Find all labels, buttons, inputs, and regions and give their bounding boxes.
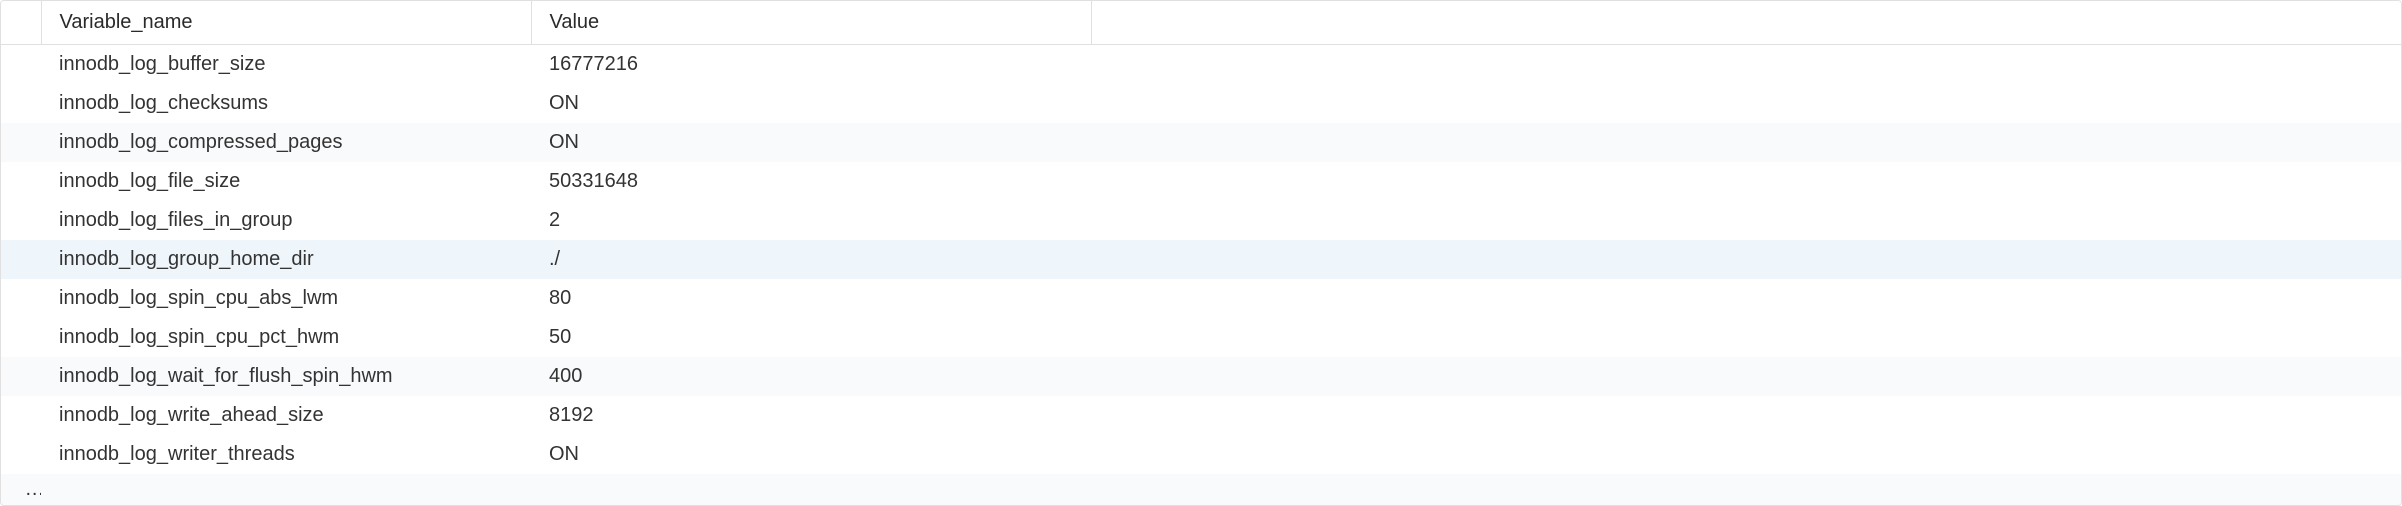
cell-variable-name: innodb_log_file_size: [41, 162, 531, 201]
cell-empty: [1091, 318, 2401, 357]
row-gutter: [1, 123, 41, 162]
cell-variable-name: innodb_log_spin_cpu_abs_lwm: [41, 279, 531, 318]
cell-value: ON: [531, 84, 1091, 123]
cell-variable-name: innodb_log_compressed_pages: [41, 123, 531, 162]
cell-empty: [1091, 396, 2401, 435]
cell-value: ./: [531, 240, 1091, 279]
row-gutter: [1, 45, 41, 85]
table-row-empty: [1, 474, 2401, 505]
cell-value: 8192: [531, 396, 1091, 435]
cell-value: 50331648: [531, 162, 1091, 201]
variables-table: Variable_name Value innodb_log_buffer_si…: [0, 0, 2402, 506]
column-header-value[interactable]: Value: [531, 1, 1091, 45]
cell-empty: [531, 474, 1091, 505]
cell-variable-name: innodb_log_buffer_size: [41, 45, 531, 85]
table-row[interactable]: innodb_log_spin_cpu_abs_lwm80: [1, 279, 2401, 318]
column-header-variable-name[interactable]: Variable_name: [41, 1, 531, 45]
cell-value: 80: [531, 279, 1091, 318]
table-row[interactable]: innodb_log_wait_for_flush_spin_hwm400: [1, 357, 2401, 396]
row-gutter: [1, 84, 41, 123]
cell-variable-name: innodb_log_write_ahead_size: [41, 396, 531, 435]
cell-empty: [41, 474, 531, 505]
row-gutter: [1, 357, 41, 396]
cell-empty: [1, 474, 41, 505]
row-gutter: [1, 240, 41, 279]
cell-value: ON: [531, 435, 1091, 474]
table-header-row: Variable_name Value: [1, 1, 2401, 45]
cell-variable-name: innodb_log_writer_threads: [41, 435, 531, 474]
cell-value: 50: [531, 318, 1091, 357]
cell-value: 16777216: [531, 45, 1091, 85]
cell-variable-name: innodb_log_group_home_dir: [41, 240, 531, 279]
cell-variable-name: innodb_log_wait_for_flush_spin_hwm: [41, 357, 531, 396]
table-row[interactable]: innodb_log_checksumsON: [1, 84, 2401, 123]
cell-empty: [1091, 435, 2401, 474]
table-row[interactable]: innodb_log_spin_cpu_pct_hwm50: [1, 318, 2401, 357]
table-row[interactable]: innodb_log_writer_threadsON: [1, 435, 2401, 474]
cell-empty: [1091, 123, 2401, 162]
table-row[interactable]: innodb_log_buffer_size16777216: [1, 45, 2401, 85]
cell-variable-name: innodb_log_files_in_group: [41, 201, 531, 240]
table-row[interactable]: innodb_log_file_size50331648: [1, 162, 2401, 201]
column-header-empty: [1091, 1, 2401, 45]
cell-empty: [1091, 279, 2401, 318]
row-gutter: [1, 201, 41, 240]
row-gutter: [1, 396, 41, 435]
gutter-header: [1, 1, 41, 45]
row-gutter: [1, 435, 41, 474]
cell-empty: [1091, 474, 2401, 505]
cell-empty: [1091, 240, 2401, 279]
cell-empty: [1091, 45, 2401, 85]
cell-empty: [1091, 357, 2401, 396]
cell-value: 400: [531, 357, 1091, 396]
table-row[interactable]: innodb_log_compressed_pagesON: [1, 123, 2401, 162]
row-gutter: [1, 279, 41, 318]
cell-variable-name: innodb_log_spin_cpu_pct_hwm: [41, 318, 531, 357]
table-row[interactable]: innodb_log_files_in_group2: [1, 201, 2401, 240]
row-gutter: [1, 318, 41, 357]
cell-empty: [1091, 84, 2401, 123]
cell-variable-name: innodb_log_checksums: [41, 84, 531, 123]
row-gutter: [1, 162, 41, 201]
table-row[interactable]: innodb_log_write_ahead_size8192: [1, 396, 2401, 435]
cell-empty: [1091, 162, 2401, 201]
cell-empty: [1091, 201, 2401, 240]
cell-value: ON: [531, 123, 1091, 162]
cell-value: 2: [531, 201, 1091, 240]
table-row[interactable]: innodb_log_group_home_dir./: [1, 240, 2401, 279]
data-table: Variable_name Value innodb_log_buffer_si…: [1, 1, 2401, 505]
